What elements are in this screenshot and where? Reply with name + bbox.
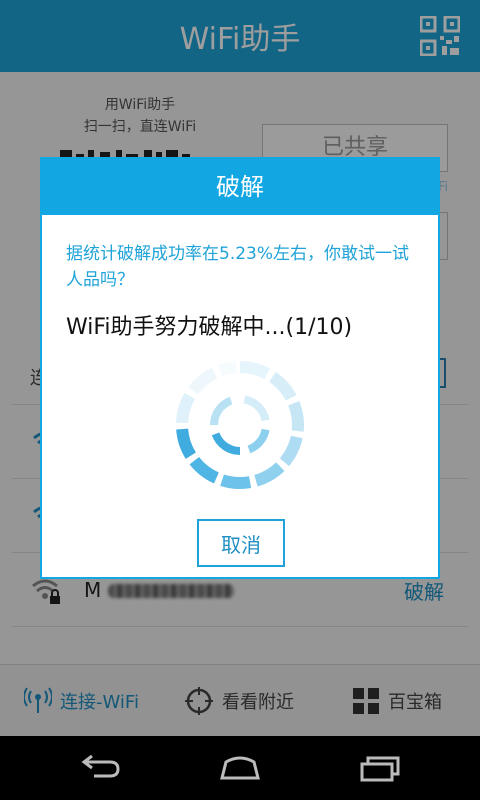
spinner-segment (288, 401, 304, 432)
back-icon[interactable] (76, 752, 124, 784)
spinner-segment (176, 428, 197, 459)
spinner-segment (188, 367, 218, 395)
progress-text: WiFi助手努力破解中...(1/10) (66, 315, 353, 340)
system-nav-bar (0, 736, 480, 800)
recents-icon[interactable] (356, 752, 404, 784)
spinner-segment (211, 432, 241, 455)
crack-dialog: 破解 据统计破解成功率在5.23%左右，你敢试一试人品吗？ WiFi助手努力破解… (40, 157, 440, 579)
spinner-segment (210, 396, 233, 426)
cancel-button[interactable]: 取消 (197, 519, 285, 567)
spinner-segment (254, 462, 285, 487)
spinner-segment (247, 428, 270, 454)
spinner-segment (268, 371, 297, 401)
spinner-segment (279, 435, 303, 467)
home-icon[interactable] (216, 752, 264, 784)
spinner-segment (220, 474, 252, 489)
spinner-segment (243, 395, 270, 422)
spinner-segment (218, 361, 237, 377)
loading-spinner-icon (176, 361, 304, 489)
dialog-title: 破解 (42, 159, 438, 215)
dialog-message: 据统计破解成功率在5.23%左右，你敢试一试人品吗？ (66, 244, 410, 290)
spinner-segment (189, 456, 220, 484)
spinner-segment (239, 361, 271, 380)
spinner-segment (176, 393, 196, 424)
